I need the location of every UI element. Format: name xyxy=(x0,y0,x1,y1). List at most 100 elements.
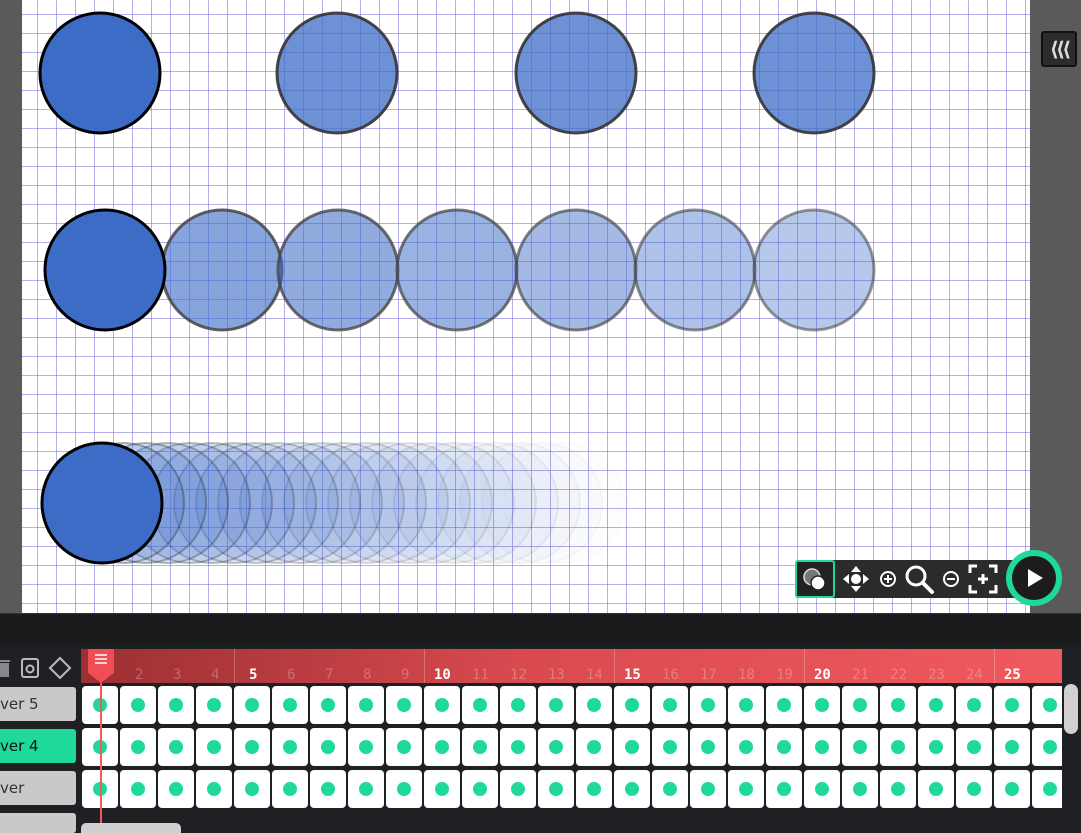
frame-cell[interactable] xyxy=(348,770,384,808)
frame-cell[interactable] xyxy=(386,728,422,766)
circle-main[interactable] xyxy=(43,208,167,332)
frame-cell[interactable] xyxy=(424,728,460,766)
frame-cell[interactable] xyxy=(956,686,992,724)
frame-cell[interactable] xyxy=(348,728,384,766)
layer-label-3[interactable]: ver xyxy=(0,771,76,805)
onion-skin-button[interactable] xyxy=(795,560,835,598)
frame-cell[interactable] xyxy=(766,728,802,766)
frame-cell[interactable] xyxy=(272,728,308,766)
frame-cell[interactable] xyxy=(120,728,156,766)
frame-cell[interactable] xyxy=(158,686,194,724)
frame-cell[interactable] xyxy=(462,728,498,766)
layer-label-4[interactable] xyxy=(0,813,76,833)
onion-circle[interactable] xyxy=(275,11,399,135)
frame-cell[interactable] xyxy=(120,686,156,724)
frame-cell[interactable] xyxy=(272,770,308,808)
frame-cell[interactable] xyxy=(842,686,878,724)
frame-cell[interactable] xyxy=(994,686,1030,724)
frame-cell[interactable] xyxy=(918,728,954,766)
frame-cell[interactable] xyxy=(538,770,574,808)
onion-circle[interactable] xyxy=(514,11,638,135)
frame-cell[interactable] xyxy=(652,728,688,766)
frame-cell[interactable] xyxy=(120,770,156,808)
frame-cell[interactable] xyxy=(994,728,1030,766)
frame-cell[interactable] xyxy=(158,728,194,766)
frame-cell[interactable] xyxy=(500,728,536,766)
frame-cell[interactable] xyxy=(766,686,802,724)
frame-cell[interactable] xyxy=(424,686,460,724)
frame-cell[interactable] xyxy=(386,686,422,724)
frame-cell[interactable] xyxy=(614,728,650,766)
frame-cell[interactable] xyxy=(234,686,270,724)
onion-circle[interactable] xyxy=(514,208,638,332)
fit-screen-button[interactable] xyxy=(965,560,1001,598)
frame-cell[interactable] xyxy=(462,686,498,724)
frame-cell[interactable] xyxy=(994,770,1030,808)
frame-cell[interactable] xyxy=(842,728,878,766)
frame-cell[interactable] xyxy=(158,770,194,808)
frame-cell[interactable] xyxy=(804,770,840,808)
onion-circle[interactable] xyxy=(276,208,400,332)
onion-circle[interactable] xyxy=(395,208,519,332)
frame-cell[interactable] xyxy=(196,728,232,766)
frame-cell[interactable] xyxy=(1032,770,1062,808)
frame-cell[interactable] xyxy=(652,686,688,724)
frame-cell[interactable] xyxy=(576,728,612,766)
frame-cell[interactable] xyxy=(728,686,764,724)
frame-cell[interactable] xyxy=(690,686,726,724)
onion-circle[interactable] xyxy=(160,208,284,332)
frame-cell[interactable] xyxy=(880,686,916,724)
frame-cell[interactable] xyxy=(310,770,346,808)
frame-cell[interactable] xyxy=(576,686,612,724)
frame-cell[interactable] xyxy=(310,728,346,766)
frame-cell[interactable] xyxy=(462,770,498,808)
frame-cell[interactable] xyxy=(500,686,536,724)
keyframe-diamond-icon[interactable] xyxy=(48,656,72,680)
snapshot-icon[interactable] xyxy=(20,657,40,679)
frame-cell[interactable] xyxy=(690,728,726,766)
circle-main[interactable] xyxy=(40,441,164,565)
circle-main[interactable] xyxy=(38,11,162,135)
layer-label-2[interactable]: ver 4 xyxy=(0,729,76,763)
collapse-panel-button[interactable]: ⟨⟨⟨ xyxy=(1041,31,1077,67)
frame-cell[interactable] xyxy=(272,686,308,724)
frame-cell[interactable] xyxy=(842,770,878,808)
frame-cell[interactable] xyxy=(766,770,802,808)
frame-cell[interactable] xyxy=(424,770,460,808)
frame-cell[interactable] xyxy=(614,686,650,724)
frame-cell[interactable] xyxy=(804,686,840,724)
frame-cell[interactable] xyxy=(880,770,916,808)
trash-icon[interactable] xyxy=(0,657,12,679)
zoom-in-button[interactable] xyxy=(875,560,901,598)
frame-cell[interactable] xyxy=(918,770,954,808)
frame-cell[interactable] xyxy=(196,686,232,724)
frame-cell[interactable] xyxy=(234,770,270,808)
frame-cell[interactable] xyxy=(652,770,688,808)
zoom-button[interactable] xyxy=(901,560,937,598)
frame-cell[interactable] xyxy=(386,770,422,808)
play-button[interactable] xyxy=(1006,550,1062,606)
frame-cell[interactable] xyxy=(918,686,954,724)
frame-cell[interactable] xyxy=(614,770,650,808)
frame-cell[interactable] xyxy=(956,728,992,766)
frame-cell[interactable] xyxy=(728,770,764,808)
frame-cell[interactable] xyxy=(538,686,574,724)
frame-cell[interactable] xyxy=(576,770,612,808)
frame-cell[interactable] xyxy=(310,686,346,724)
frame-cell[interactable] xyxy=(804,728,840,766)
zoom-out-button[interactable] xyxy=(937,560,965,598)
vertical-scrollbar[interactable] xyxy=(1064,684,1078,734)
frame-cell[interactable] xyxy=(538,728,574,766)
frame-cell[interactable] xyxy=(1032,686,1062,724)
onion-circle[interactable] xyxy=(752,11,876,135)
frame-cell[interactable] xyxy=(196,770,232,808)
frame-cell[interactable] xyxy=(234,728,270,766)
frame-cell[interactable] xyxy=(690,770,726,808)
frame-cell[interactable] xyxy=(500,770,536,808)
onion-circle[interactable] xyxy=(752,208,876,332)
frame-ruler[interactable]: 2 3 4 5 6 7 8 9 10 11 12 13 14 15 16 17 18 19 20 21 22 23 24 25 xyxy=(81,649,1062,683)
frame-cell[interactable] xyxy=(728,728,764,766)
onion-circle[interactable] xyxy=(633,208,757,332)
layer-label-1[interactable]: ver 5 xyxy=(0,687,76,721)
frame-cell[interactable] xyxy=(1032,728,1062,766)
